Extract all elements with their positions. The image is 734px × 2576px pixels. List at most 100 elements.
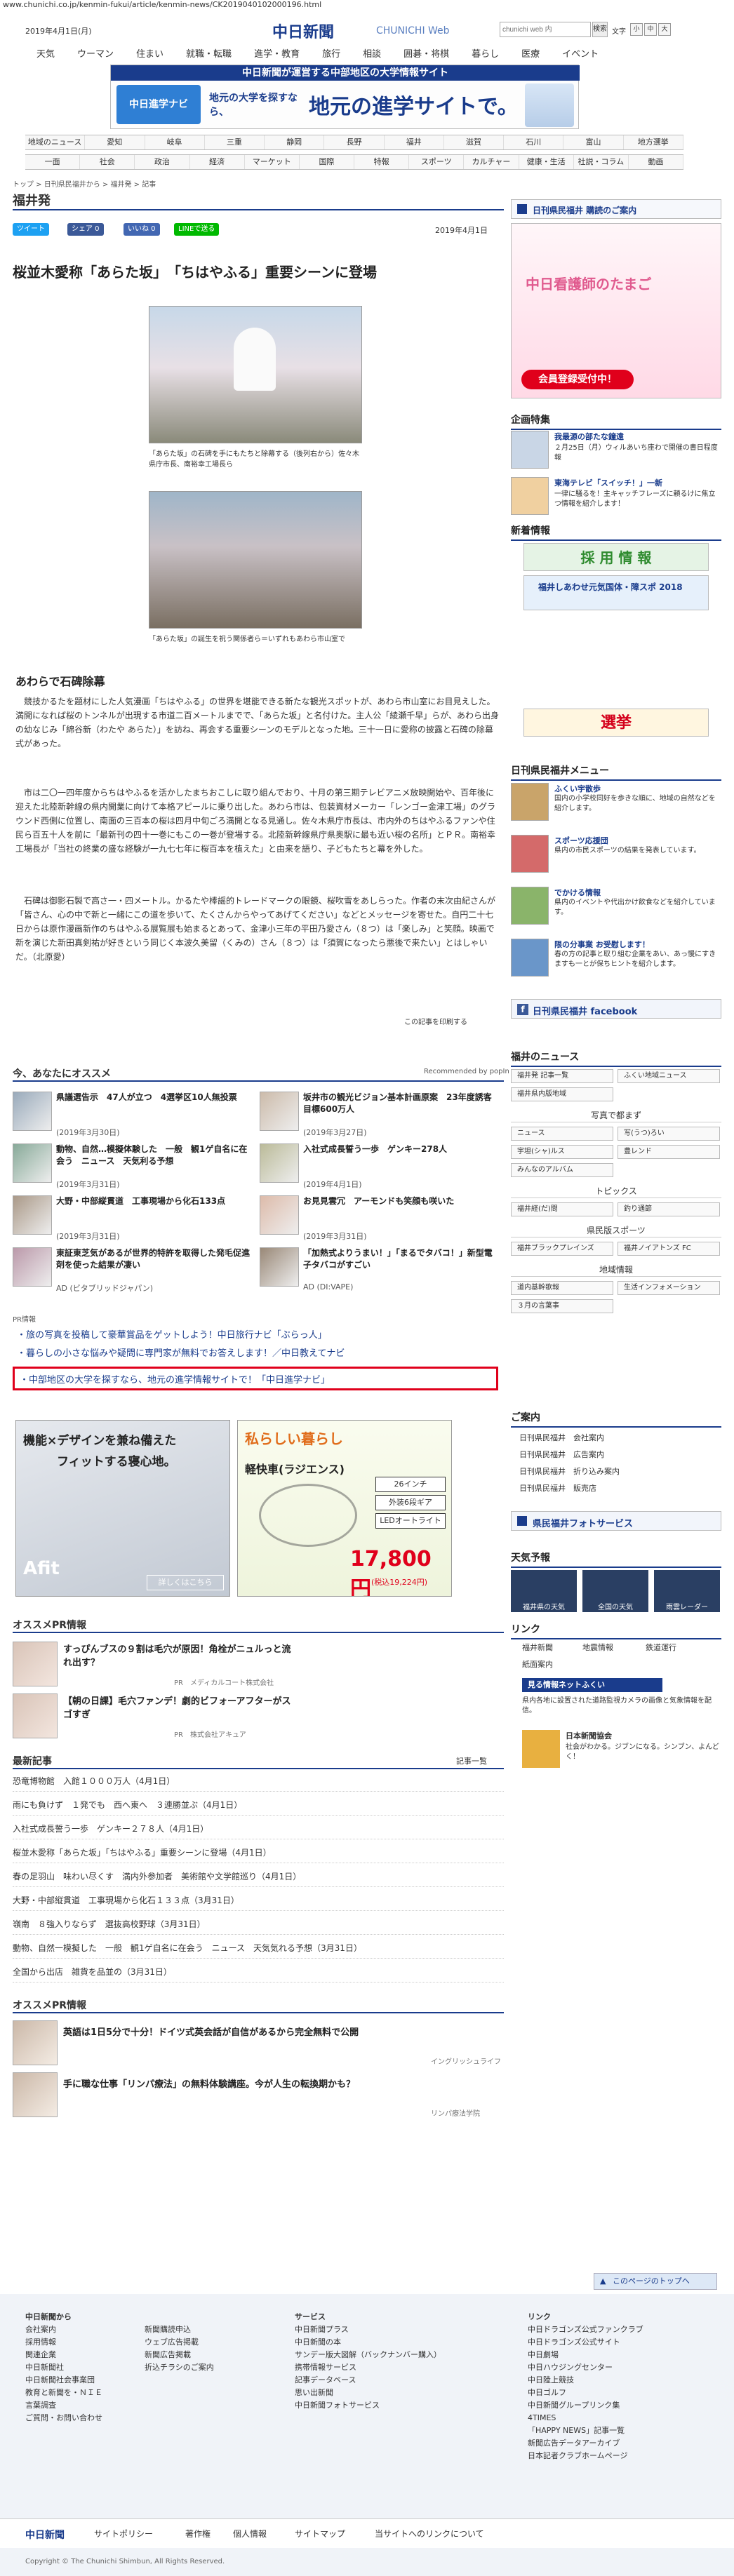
gnav-item-0[interactable]: 天気 — [25, 43, 66, 62]
news-item-title[interactable]: 春の足羽山 味わい尽くす 満内外参加者 美術館や文学館巡り（4月1日） — [13, 1872, 301, 1881]
fukui-article-list[interactable]: 福井発 記事一覧 — [511, 1069, 613, 1083]
chiiki-2[interactable]: 生活インフォメーション — [618, 1281, 720, 1295]
line-share-button[interactable]: LINEで送る — [174, 223, 220, 236]
kokutai-banner[interactable]: 福井しあわせ元気国体・障スポ 2018 — [523, 575, 709, 610]
footer-bar-link-1[interactable]: サイトポリシー — [94, 2528, 153, 2540]
pr-link-2[interactable]: ・暮らしの小さな悩みや疑問に専門家が無料でお答えします！／中日教えてナビ — [17, 1346, 345, 1359]
link-train[interactable]: 鉄道運行 — [646, 1642, 676, 1653]
news-item-title[interactable]: 嶺南 ８強入りならず 選抜高校野球（3月31日） — [13, 1919, 206, 1929]
fukui-kennaiban[interactable]: 福井県内版地域 — [511, 1087, 613, 1101]
footer-c1-link[interactable]: 言葉調査 — [25, 2399, 152, 2412]
footer-c3-link[interactable]: 中日新聞の本 — [295, 2336, 505, 2349]
subscribe-banner[interactable]: 日刊県民福井 購読のご案内 — [511, 199, 721, 219]
weather-national-button[interactable]: 全国の天気 — [582, 1570, 648, 1612]
footer-c4-link[interactable]: 中日ドラゴンズ公式ファンクラブ — [528, 2323, 724, 2336]
recommend-title[interactable]: 東証東芝気があるが世界的特許を取得した発毛促進剤を使った結果が凄い — [56, 1247, 250, 1271]
topics-1[interactable]: 福井経(だ)問 — [511, 1202, 613, 1216]
recommend-title[interactable]: 入社式成長誓う一歩 ゲンキー278人 — [303, 1143, 497, 1155]
recommend-title[interactable]: 坂井市の観光ビジョン基本計画原案 23年度誘客目標600万人 — [303, 1092, 497, 1115]
rain-radar-button[interactable]: 雨雲レーダー — [654, 1570, 720, 1612]
gnav-item-9[interactable]: 医療 — [510, 43, 551, 62]
news-item[interactable]: 恐竜博物館 入館１０００万人（4月1日） — [13, 1772, 504, 1792]
oss-pr2-item[interactable]: 手に職な仕事「リンパ療法」の無料体験講座。今が人生の転換期かも？ リンパ療法学院 — [13, 2072, 504, 2118]
menu-title-1[interactable]: スポーツ応援団 — [554, 835, 608, 846]
region-nav-item-4[interactable]: 静岡 — [265, 135, 325, 149]
goannai-insert[interactable]: 日刊県民福井 折り込み案内 — [519, 1463, 620, 1480]
link-fukui-news[interactable]: 福井新聞 — [522, 1642, 553, 1653]
gnav-item-7[interactable]: 囲碁・将棋 — [392, 43, 460, 62]
kikaku-thumb-1[interactable] — [511, 431, 549, 469]
gnav-item-8[interactable]: 暮らし — [460, 43, 510, 62]
category-nav-item-10[interactable]: 社説・コラム — [574, 155, 629, 169]
footer-c3-link[interactable]: サンデー版大図解（バックナンバー購入） — [295, 2349, 505, 2361]
oss-pr2-item[interactable]: 英語は1日5分で十分！ドイツ式英会話が自信があるから完全無料で公開 イングリッシュ… — [13, 2020, 504, 2066]
news-item[interactable]: 雨にも負けず １発でも 西へ東へ ３連勝並ぶ（4月1日） — [13, 1796, 504, 1816]
news-list-link[interactable]: 記事一覧 — [456, 1755, 487, 1766]
recommend-item[interactable]: 大野・中部縦貫道 工事現場から化石133点 (2019年3月31日) — [13, 1195, 251, 1243]
oss-pr2-thumb[interactable] — [13, 2072, 58, 2117]
recommend-title[interactable]: 動物、自然…模擬体験した 一般 観1ゲ自名に在会う ニュース 天気利る予想 — [56, 1143, 250, 1167]
kikaku-thumb-2[interactable] — [511, 477, 549, 515]
photo-trend[interactable]: 豊レンド — [618, 1145, 720, 1159]
category-nav-item-5[interactable]: 国際 — [300, 155, 355, 169]
footer-bar-link-4[interactable]: サイトマップ — [295, 2528, 345, 2540]
footer-c4-link[interactable]: 日本記者クラブホームページ — [528, 2450, 724, 2462]
menu-thumb-1[interactable] — [511, 835, 549, 873]
print-article-link[interactable]: この記事を印刷する — [404, 1016, 467, 1026]
recommend-thumb[interactable] — [13, 1143, 52, 1183]
gnav-item-4[interactable]: 進学・教育 — [243, 43, 311, 62]
chunichi-shingaku-banner[interactable]: 中日新聞が運営する中部地区の大学情報サイト 中日進学ナビ 地元の大学を探すなら、… — [110, 65, 580, 129]
news-item[interactable]: 入社式成長誓う一歩 ゲンキー２７８人（4月1日） — [13, 1820, 504, 1839]
recommend-thumb[interactable] — [260, 1092, 299, 1131]
recommend-title[interactable]: 「加熱式よりうまい！」「まるでタバコ！」新型電子タバコがすごい — [303, 1247, 497, 1271]
footer-c1-link[interactable]: ご質問・お問い合わせ — [25, 2412, 152, 2424]
fukui-chiiki-news[interactable]: ふくい地域ニュース — [618, 1069, 720, 1083]
category-nav-item-0[interactable]: 一面 — [25, 155, 81, 169]
article-photo-2[interactable] — [149, 491, 362, 629]
nsa-title[interactable]: 日本新聞協会 — [566, 1730, 612, 1741]
category-nav-item-2[interactable]: 政治 — [135, 155, 190, 169]
footer-c4-link[interactable]: 中日ハウジングセンター — [528, 2361, 724, 2374]
region-nav-item-5[interactable]: 長野 — [324, 135, 385, 149]
goannai-company[interactable]: 日刊県民福井 会社案内 — [519, 1430, 620, 1447]
footer-c2-link[interactable]: ウェブ広告掲載 — [145, 2336, 257, 2349]
news-item[interactable]: 桜並木愛称「あらた坂」「ちはやふる」重要シーンに登場（4月1日） — [13, 1844, 504, 1863]
category-nav-item-7[interactable]: スポーツ — [409, 155, 465, 169]
footer-c3-link[interactable]: 中日新聞プラス — [295, 2323, 505, 2336]
nurse-ad-cta[interactable]: 会員登録受付中！ — [521, 370, 634, 389]
region-nav-item-6[interactable]: 福井 — [385, 135, 444, 149]
goannai-shop[interactable]: 日刊県民福井 販売店 — [519, 1480, 620, 1497]
recommend-thumb[interactable] — [13, 1195, 52, 1235]
gnav-item-1[interactable]: ウーマン — [66, 43, 125, 62]
footer-c4-link[interactable]: 中日陸上競技 — [528, 2374, 724, 2387]
pr-link-1[interactable]: ・旅の写真を投稿して豪華賞品をゲットしよう！中日旅行ナビ「ぶらっ人」 — [17, 1327, 327, 1341]
footer-c1-link[interactable]: 教育と新聞を・ＮＩＥ — [25, 2387, 152, 2399]
chiiki-3[interactable]: ３月の言葉事 — [511, 1299, 613, 1313]
news-item-title[interactable]: 全国から出店 雑貨を品並の（3月31日） — [13, 1967, 172, 1977]
footer-c1-link[interactable]: 中日新聞社会事業団 — [25, 2374, 152, 2387]
sports-1[interactable]: 福井ブラックプレインズ — [511, 1242, 613, 1256]
footer-bar-link-0[interactable]: 中日新聞 — [25, 2528, 65, 2542]
menu-thumb-2[interactable] — [511, 887, 549, 925]
photo-album[interactable]: みんなのアルバム — [511, 1163, 613, 1177]
region-nav-item-2[interactable]: 岐阜 — [145, 135, 205, 149]
category-nav-item-3[interactable]: 経済 — [190, 155, 245, 169]
popin-badge[interactable]: Recommended by popIn — [424, 1068, 509, 1075]
news-item-title[interactable]: 桜並木愛称「あらた坂」「ちはやふる」重要シーンに登場（4月1日） — [13, 1848, 272, 1858]
menu-title-3[interactable]: 限の分事業 お受慰します！ — [554, 939, 650, 950]
mieru-joho-banner[interactable]: 見る情報ネットふくい — [522, 1678, 662, 1692]
oss-pr-thumb[interactable] — [13, 1693, 58, 1738]
footer-c1-link[interactable]: 関連企業 — [25, 2349, 152, 2361]
facebook-share-button[interactable]: シェア 0 — [67, 223, 104, 236]
gnav-item-10[interactable]: イベント — [551, 43, 610, 62]
news-item-title[interactable]: 大野・中部縦貫道 工事現場から化石１３３点（3月31日） — [13, 1896, 239, 1905]
footer-c4-link[interactable]: 中日ドラゴンズ公式サイト — [528, 2336, 724, 2349]
region-nav-item-10[interactable]: 地方選挙 — [624, 135, 683, 149]
news-item-title[interactable]: 雨にも負けず １発でも 西へ東へ ３連勝並ぶ（4月1日） — [13, 1800, 242, 1810]
region-nav-item-1[interactable]: 愛知 — [85, 135, 145, 149]
footer-c3-link[interactable]: 思い出新聞 — [295, 2387, 505, 2399]
recommend-item[interactable]: 「加熱式よりうまい！」「まるでタバコ！」新型電子タバコがすごい AD (DI:VA… — [260, 1247, 498, 1295]
footer-c4-link[interactable]: 4TIMES — [528, 2412, 724, 2424]
menu-thumb-0[interactable] — [511, 783, 549, 821]
news-item[interactable]: 動物、自然一模擬した 一般 観1ゲ自名に在会う ニュース 天気気れる予想（3月3… — [13, 1939, 504, 1959]
